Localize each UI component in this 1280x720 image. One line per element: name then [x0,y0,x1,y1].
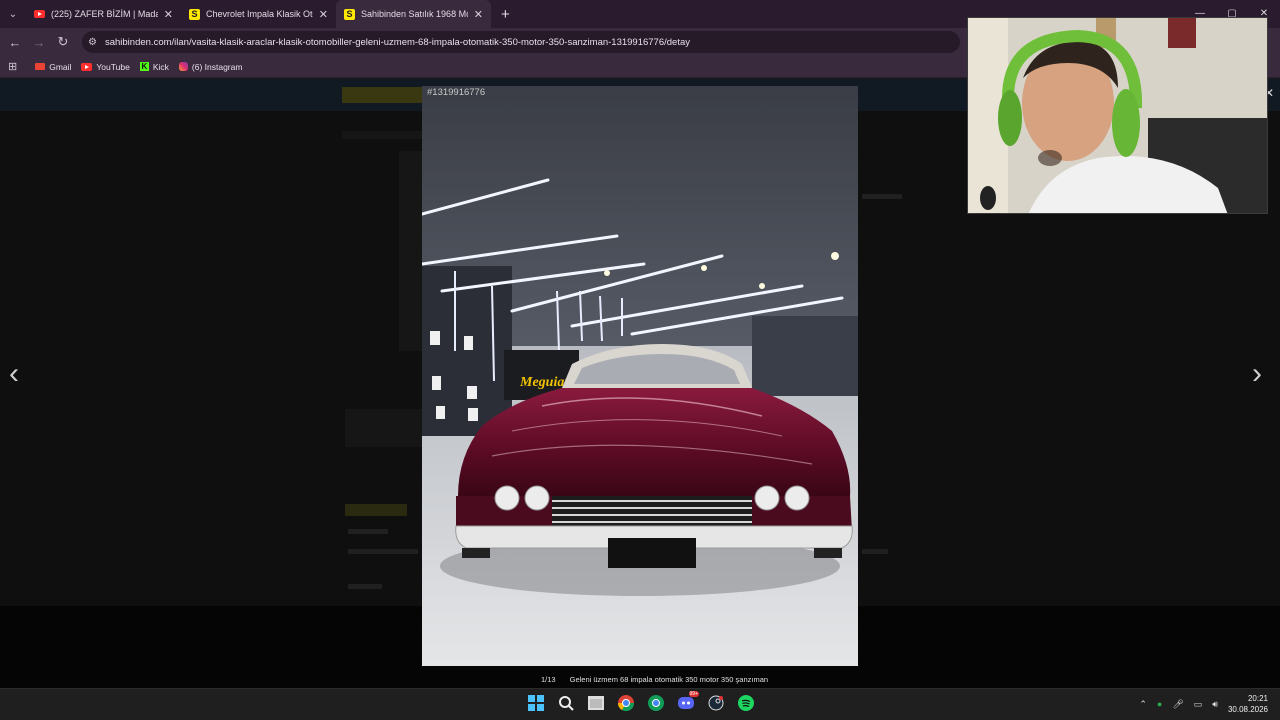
close-icon[interactable]: ✕ [164,8,173,21]
text-placeholder [862,549,888,554]
bookmark-instagram[interactable]: (6) Instagram [178,62,242,72]
tab-youtube[interactable]: (225) ZAFER BİZİM | Madara Ol ✕ [26,0,181,28]
network-icon[interactable]: ▭ [1194,699,1203,710]
webcam-overlay [967,17,1268,214]
car-photo: Meguiar's [422,86,858,666]
close-icon[interactable]: ✕ [319,8,328,21]
kick-icon: K [139,62,149,71]
photo-counter: 1/13 [541,675,556,684]
microphone-icon[interactable]: 🎤︎ [1172,699,1183,710]
youtube-icon [81,62,93,71]
chevron-up-icon[interactable]: ⌃ [1139,699,1147,710]
taskbar-apps: 99+ [526,691,756,713]
sahibinden-icon: S [344,8,355,20]
instagram-icon [178,62,188,71]
bookmark-gmail[interactable]: Gmail [35,62,71,72]
url-text: sahibinden.com/ilan/vasita-klasik-aracla… [104,36,691,48]
steam-icon[interactable] [706,693,726,713]
text-placeholder [348,584,382,589]
windows-start-icon[interactable] [526,693,546,713]
text-placeholder [348,549,418,554]
tab-title: (225) ZAFER BİZİM | Madara Ol [51,9,158,19]
discord-icon[interactable]: 99+ [676,691,699,713]
new-tab-button[interactable]: + [491,6,510,23]
button-placeholder [345,504,407,516]
tab-title: Sahibinden Satılık 1968 Model [361,9,468,19]
apps-grid-icon[interactable]: ⊞ [8,60,17,73]
site-info-icon[interactable]: ⚙ [88,37,97,48]
close-icon[interactable]: ✕ [474,8,483,21]
youtube-icon [34,10,45,18]
gmail-icon [35,63,46,70]
tab-search-button[interactable]: ⌄ [0,0,26,28]
thumb-placeholder [345,409,423,447]
listing-id-watermark: #1319916776 [427,87,486,98]
back-icon[interactable]: ← [3,35,27,50]
listing-photo[interactable]: Meguiar's [422,86,858,666]
tab-sahibinden-active[interactable]: S Sahibinden Satılık 1968 Model ✕ [336,0,491,28]
search-icon[interactable] [556,693,576,713]
text-placeholder [862,194,902,199]
listing-title-placeholder [342,131,422,139]
app-status-icon[interactable]: ● [1157,699,1162,709]
clock-time: 20:21 [1247,694,1268,703]
volume-icon[interactable]: 🔊︎ [1212,699,1218,710]
tab-impala[interactable]: S Chevrolet Impala Klasik Otomo ✕ [181,0,336,28]
reload-icon[interactable]: ↻ [51,34,75,50]
sahibinden-icon: S [189,8,200,20]
webcam-feed [968,18,1267,213]
photo-caption: Geleni üzmem 68 impala otomatik 350 moto… [569,675,769,684]
forward-icon[interactable]: → [27,35,51,50]
bookmark-youtube[interactable]: YouTube [81,62,130,72]
chrome-profile-icon[interactable] [646,693,666,713]
next-photo-button[interactable]: › [1252,359,1262,389]
photo-caption-bar: 1/13 Geleni üzmem 68 impala otomatik 350… [541,675,768,684]
spotify-icon[interactable] [736,693,756,713]
text-placeholder [348,529,388,534]
system-tray: ⌃ ● 🎤︎ ▭ 🔊︎ 20:21 30.08.2026 [1139,693,1268,715]
address-bar[interactable]: ⚙ sahibinden.com/ilan/vasita-klasik-arac… [82,31,960,53]
bookmark-kick[interactable]: K Kick [139,62,169,72]
clock-date: 30.08.2026 [1227,705,1268,714]
tab-title: Chevrolet Impala Klasik Otomo [206,9,313,19]
chrome-icon[interactable] [616,693,636,713]
file-explorer-icon[interactable] [586,693,606,713]
discord-badge: 99+ [688,691,699,697]
taskbar: 99+ ⌃ ● 🎤︎ ▭ 🔊︎ 20:21 30.08.2026 [0,688,1280,720]
previous-photo-button[interactable]: ‹ [9,359,19,389]
gallery-placeholder [399,151,423,351]
clock[interactable]: 20:21 30.08.2026 [1228,693,1268,715]
site-logo [342,87,422,103]
